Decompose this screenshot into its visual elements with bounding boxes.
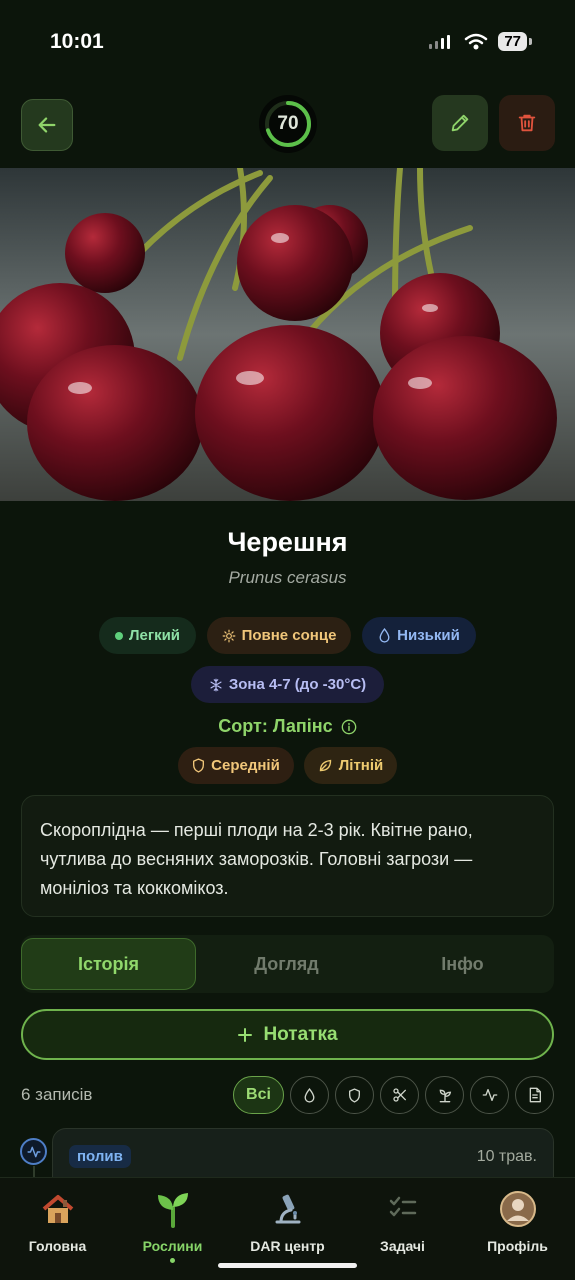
back-button[interactable] (21, 99, 73, 151)
nav-home[interactable]: Головна (0, 1190, 115, 1254)
bottom-nav: Головна Рослини DAR центр Задачі Профіль (0, 1177, 575, 1280)
tab-bar: Історія Догляд Інфо (21, 935, 554, 993)
shield-icon (349, 1087, 360, 1103)
filter-all[interactable]: Всі (233, 1076, 284, 1114)
active-indicator (170, 1258, 175, 1263)
nav-dar-label: DAR центр (250, 1238, 325, 1254)
records-count: 6 записів (21, 1085, 93, 1104)
tab-info[interactable]: Інфо (375, 938, 550, 990)
filter-protection[interactable] (335, 1076, 374, 1114)
water-label: Низький (397, 627, 460, 644)
add-note-label: Нотатка (263, 1023, 338, 1045)
difficulty-label: Легкий (128, 627, 181, 644)
checklist-icon (384, 1190, 422, 1228)
activity-icon (482, 1089, 497, 1101)
entry-type-badge: полив (69, 1145, 131, 1168)
top-bar: 70 (0, 84, 575, 168)
signal-icon (429, 34, 451, 49)
document-icon (529, 1087, 541, 1103)
arrow-left-icon (38, 117, 56, 133)
zone-chip: Зона 4-7 (до -30°C) (191, 666, 384, 703)
filter-planting[interactable] (425, 1076, 464, 1114)
health-score-ring: 70 (259, 95, 317, 153)
difficulty-chip: Легкий (99, 617, 196, 654)
sprout-icon (439, 1089, 451, 1103)
resistance-chip: Середній (178, 747, 294, 784)
sun-label: Повне сонце (241, 627, 337, 644)
plant-latin-name: Prunus cerasus (228, 568, 347, 587)
nav-tasks[interactable]: Задачі (345, 1190, 460, 1254)
filter-watering[interactable] (290, 1076, 329, 1114)
water-chip: Низький (362, 617, 476, 654)
water-drop-icon (379, 628, 390, 643)
leaf-icon (319, 759, 331, 772)
home-indicator (218, 1263, 357, 1268)
nav-profile-label: Профіль (487, 1238, 548, 1254)
status-bar: 10:01 77 (0, 0, 575, 84)
timeline-icon (20, 1138, 47, 1165)
cherries-image (0, 168, 575, 501)
info-icon[interactable] (341, 719, 357, 735)
plant-photo (0, 168, 575, 501)
scissors-icon (392, 1088, 406, 1102)
variety-label: Сорт: Лапінс (218, 716, 333, 736)
entry-date: 10 трав. (476, 1148, 537, 1165)
activity-icon (26, 1146, 41, 1157)
tab-history[interactable]: Історія (21, 938, 196, 990)
filter-notes[interactable] (515, 1076, 554, 1114)
status-dot-icon (114, 631, 123, 640)
filter-pruning[interactable] (380, 1076, 419, 1114)
pencil-icon (451, 114, 469, 132)
description-text: Скороплідна — перші плоди на 2-3 рік. Кв… (40, 820, 473, 898)
add-note-button[interactable]: Нотатка (21, 1009, 554, 1060)
edit-button[interactable] (432, 95, 488, 151)
season-chip: Літній (304, 747, 397, 784)
microscope-icon (269, 1190, 307, 1228)
avatar (499, 1190, 537, 1228)
shield-icon (193, 758, 205, 773)
zone-label: Зона 4-7 (до -30°C) (228, 676, 367, 693)
delete-button[interactable] (499, 95, 555, 151)
season-label: Літній (338, 757, 384, 774)
battery-indicator: 77 (498, 32, 532, 51)
nav-plants[interactable]: Рослини (115, 1190, 230, 1263)
resistance-label: Середній (211, 757, 280, 774)
status-time: 10:01 (50, 30, 104, 53)
sprout-icon (154, 1190, 192, 1228)
description-card: Скороплідна — перші плоди на 2-3 рік. Кв… (21, 795, 554, 917)
nav-dar-center[interactable]: DAR центр (230, 1190, 345, 1254)
tab-care[interactable]: Догляд (199, 938, 374, 990)
trash-icon (518, 114, 536, 132)
water-drop-icon (304, 1087, 315, 1103)
nav-home-label: Головна (28, 1238, 87, 1254)
wifi-icon (465, 33, 488, 49)
house-icon (39, 1190, 77, 1228)
filter-activity[interactable] (470, 1076, 509, 1114)
health-score-value: 70 (277, 113, 299, 134)
nav-plants-label: Рослини (142, 1238, 203, 1254)
nav-profile[interactable]: Профіль (460, 1190, 575, 1254)
sun-chip: Повне сонце (207, 617, 351, 654)
status-icons: 77 (428, 32, 532, 51)
plus-icon (238, 1027, 253, 1042)
snowflake-icon (210, 678, 222, 691)
variety-row[interactable]: Сорт: Лапінс (0, 716, 575, 737)
nav-tasks-label: Задачі (380, 1238, 425, 1254)
plant-name: Черешня (227, 527, 348, 557)
sun-icon (222, 629, 235, 642)
